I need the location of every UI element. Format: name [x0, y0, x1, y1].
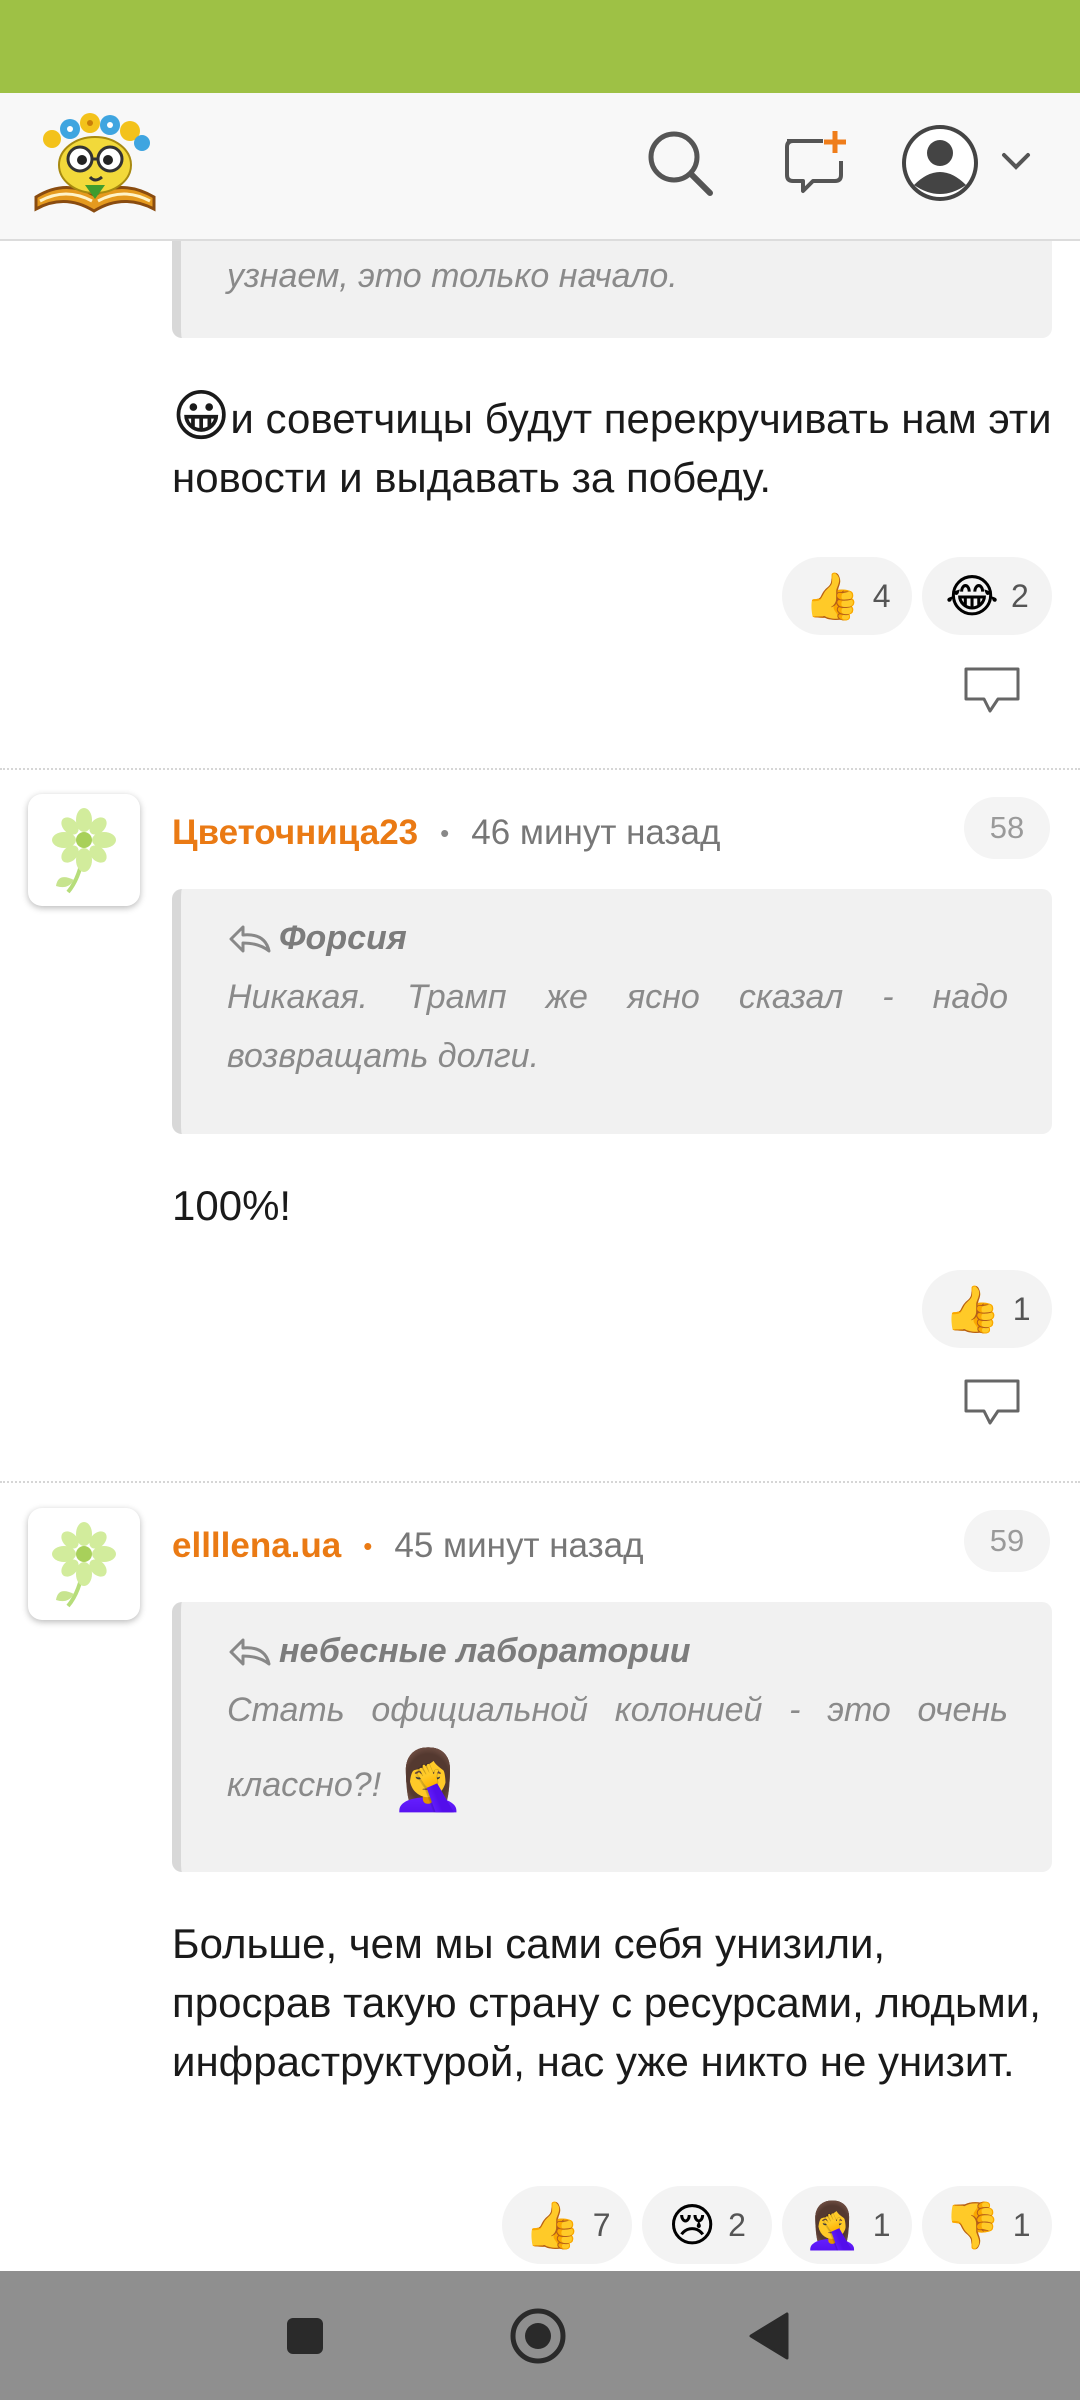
- reaction-button[interactable]: 👍 4: [782, 557, 912, 635]
- username-link[interactable]: Цветочница23: [172, 813, 418, 853]
- quote-line: возвращать долги.: [227, 1037, 540, 1075]
- new-post-icon[interactable]: [775, 123, 855, 203]
- reaction-button[interactable]: 🤦‍♀️ 1: [782, 2186, 912, 2264]
- reaction-button[interactable]: 👍 7: [502, 2186, 632, 2264]
- quote-text: узнаем, это только начало.: [227, 257, 678, 295]
- reaction-button[interactable]: 😂 2: [922, 557, 1052, 635]
- reaction-button[interactable]: 👎 1: [922, 2186, 1052, 2264]
- nav-home-icon[interactable]: [503, 2301, 573, 2371]
- quote-author-name: небесные лаборатории: [279, 1632, 691, 1670]
- reaction-count: 1: [1012, 2206, 1031, 2243]
- timestamp: 46 минут назад: [471, 813, 721, 852]
- reactions-bar: 👍 1: [922, 1270, 1052, 1348]
- reply-icon[interactable]: [962, 665, 1022, 715]
- thumbs-up-icon: 👍: [523, 2199, 581, 2251]
- flower-avatar-icon: [52, 808, 116, 894]
- status-bar: [0, 0, 1080, 93]
- comment-text: Больше, чем мы сами себя унизили, просра…: [172, 1920, 1041, 2085]
- comment-number: 58: [964, 797, 1050, 859]
- comment-text: 100%!: [172, 1182, 292, 1229]
- quote-author: Форсия: [227, 909, 1008, 968]
- quote-arrow-icon: [229, 1638, 271, 1665]
- quote-block: небесные лаборатории Стать официальной к…: [172, 1602, 1052, 1872]
- reaction-count: 4: [872, 577, 891, 614]
- reply-icon[interactable]: [962, 1377, 1022, 1427]
- quote-author: небесные лаборатории: [227, 1622, 1008, 1681]
- comment-number: 59: [964, 1510, 1050, 1572]
- quote-arrow-icon: [229, 925, 271, 952]
- comment-divider: [0, 768, 1080, 770]
- laugh-icon: 😂: [945, 570, 999, 622]
- thumbs-up-icon: 👍: [803, 570, 861, 622]
- quote-line-wrap: классно?! 🤦‍♀️: [227, 1740, 1008, 1825]
- username-link[interactable]: ellllena.ua: [172, 1526, 341, 1566]
- avatar[interactable]: [28, 1508, 140, 1620]
- meta-separator: •: [440, 817, 450, 848]
- reaction-count: 1: [872, 2206, 891, 2243]
- crying-icon: 😢: [668, 2199, 717, 2251]
- comment-text: 😀и советчицы будут перекручивать нам эти…: [172, 386, 1052, 507]
- facepalm-icon: 🤦‍♀️: [803, 2199, 861, 2251]
- quote-author-name: Форсия: [279, 919, 407, 957]
- reactions-bar: 👍 7 😢 2 🤦‍♀️ 1 👎 1: [502, 2186, 1052, 2264]
- quote-line: классно?!: [227, 1766, 382, 1804]
- nav-square-icon[interactable]: [270, 2301, 340, 2371]
- reactions-bar: 👍 4 😂 2: [782, 557, 1052, 635]
- smile-emoji: 😀: [172, 384, 231, 447]
- comment-body: и советчицы будут перекручивать нам эти …: [172, 395, 1052, 501]
- user-menu-button[interactable]: [900, 123, 1050, 203]
- quote-line: Никакая. Трамп же ясно сказал - надо: [227, 978, 1008, 1016]
- chevron-down-icon: [1002, 153, 1030, 170]
- quote-block: Форсия Никакая. Трамп же ясно сказал - н…: [172, 889, 1052, 1134]
- flower-avatar-icon: [52, 1522, 116, 1608]
- reaction-count: 7: [592, 2206, 611, 2243]
- reaction-count: 1: [1012, 1290, 1031, 1327]
- nav-back-icon[interactable]: [735, 2301, 805, 2371]
- user-avatar-icon: [902, 125, 978, 201]
- reaction-count: 2: [1010, 577, 1029, 614]
- system-nav-bar: [0, 2271, 1080, 2400]
- search-icon[interactable]: [640, 123, 720, 203]
- comments-feed: узнаем, это только начало. 😀и советчицы …: [0, 241, 1080, 2271]
- reaction-count: 2: [728, 2206, 746, 2243]
- thumbs-down-icon: 👎: [943, 2199, 1001, 2251]
- quote-line: Стать официальной колонией - это очень: [227, 1691, 1008, 1729]
- facepalm-emoji: 🤦‍♀️: [390, 1746, 466, 1813]
- meta-separator: •: [363, 1530, 373, 1561]
- comment-meta: ellllena.ua • 45 минут назад: [172, 1520, 644, 1572]
- reaction-button[interactable]: 😢 2: [642, 2186, 772, 2264]
- reaction-button[interactable]: 👍 1: [922, 1270, 1052, 1348]
- thumbs-up-icon: 👍: [943, 1283, 1001, 1335]
- comment-meta: Цветочница23 • 46 минут назад: [172, 807, 720, 859]
- avatar[interactable]: [28, 794, 140, 906]
- timestamp: 45 минут назад: [394, 1526, 644, 1565]
- comment-divider: [0, 1481, 1080, 1483]
- quote-block: узнаем, это только начало.: [172, 241, 1052, 338]
- site-logo-icon[interactable]: [30, 109, 160, 219]
- app-header: [0, 93, 1080, 241]
